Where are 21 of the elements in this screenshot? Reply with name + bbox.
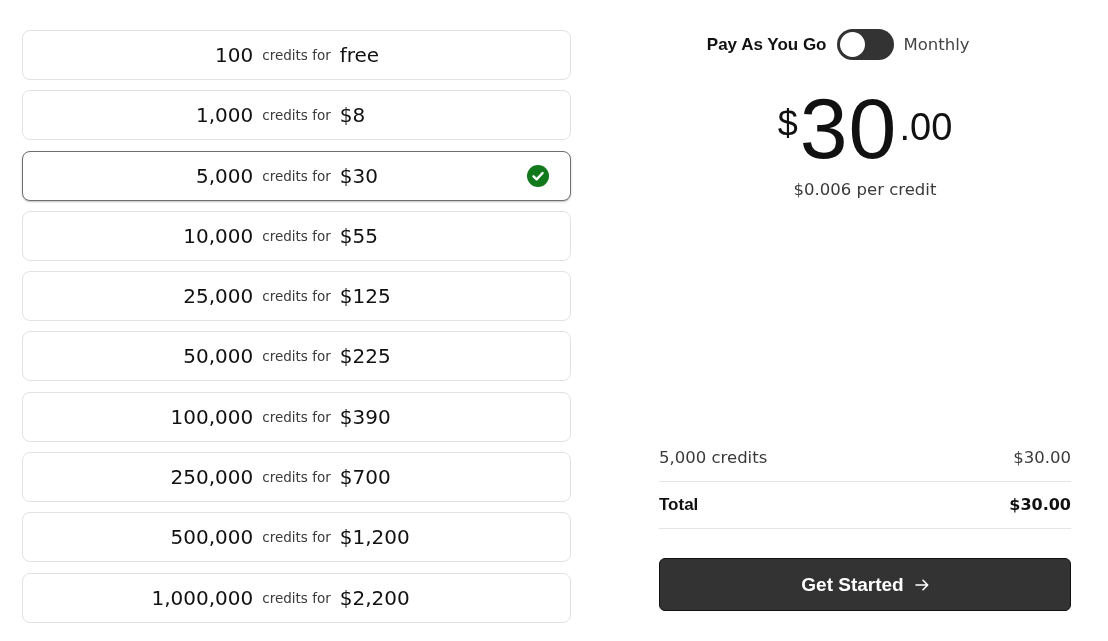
credit-package-option[interactable]: 10,000 credits for $55 xyxy=(22,210,571,261)
summary-label: 5,000 credits xyxy=(659,448,768,468)
credit-package-option[interactable]: 1,000,000 credits for $2,200 xyxy=(22,572,571,623)
billing-toggle[interactable] xyxy=(836,29,894,60)
summary-amount: $30.00 xyxy=(1009,495,1071,515)
toggle-label: Monthly xyxy=(903,35,971,54)
credit-package-option[interactable]: 500,000 credits for $1,200 xyxy=(22,512,571,563)
get-started-button[interactable]: Get Started xyxy=(659,558,1071,611)
credit-package-option[interactable]: 5,000 credits for $30 xyxy=(22,150,571,201)
credit-package-option[interactable]: 250,000 credits for $700 xyxy=(22,452,571,503)
per-credit-price: $0.006 per credit xyxy=(792,180,938,199)
check-icon xyxy=(527,164,549,187)
credit-package-option[interactable]: 50,000 credits for $225 xyxy=(22,331,571,382)
credit-package-option[interactable]: 100 credits for free xyxy=(22,30,571,80)
credit-package-option[interactable]: 25,000 credits for $125 xyxy=(22,271,571,322)
credit-package-option[interactable]: 1,000 credits for $8 xyxy=(22,90,571,141)
summary-amount: $30.00 xyxy=(1013,448,1071,468)
summary-label: Total xyxy=(659,495,699,515)
arrow-icon xyxy=(914,578,929,591)
credit-package-option[interactable]: 100,000 credits for $390 xyxy=(22,391,571,442)
toggle-label: Pay As You Go xyxy=(705,34,827,55)
